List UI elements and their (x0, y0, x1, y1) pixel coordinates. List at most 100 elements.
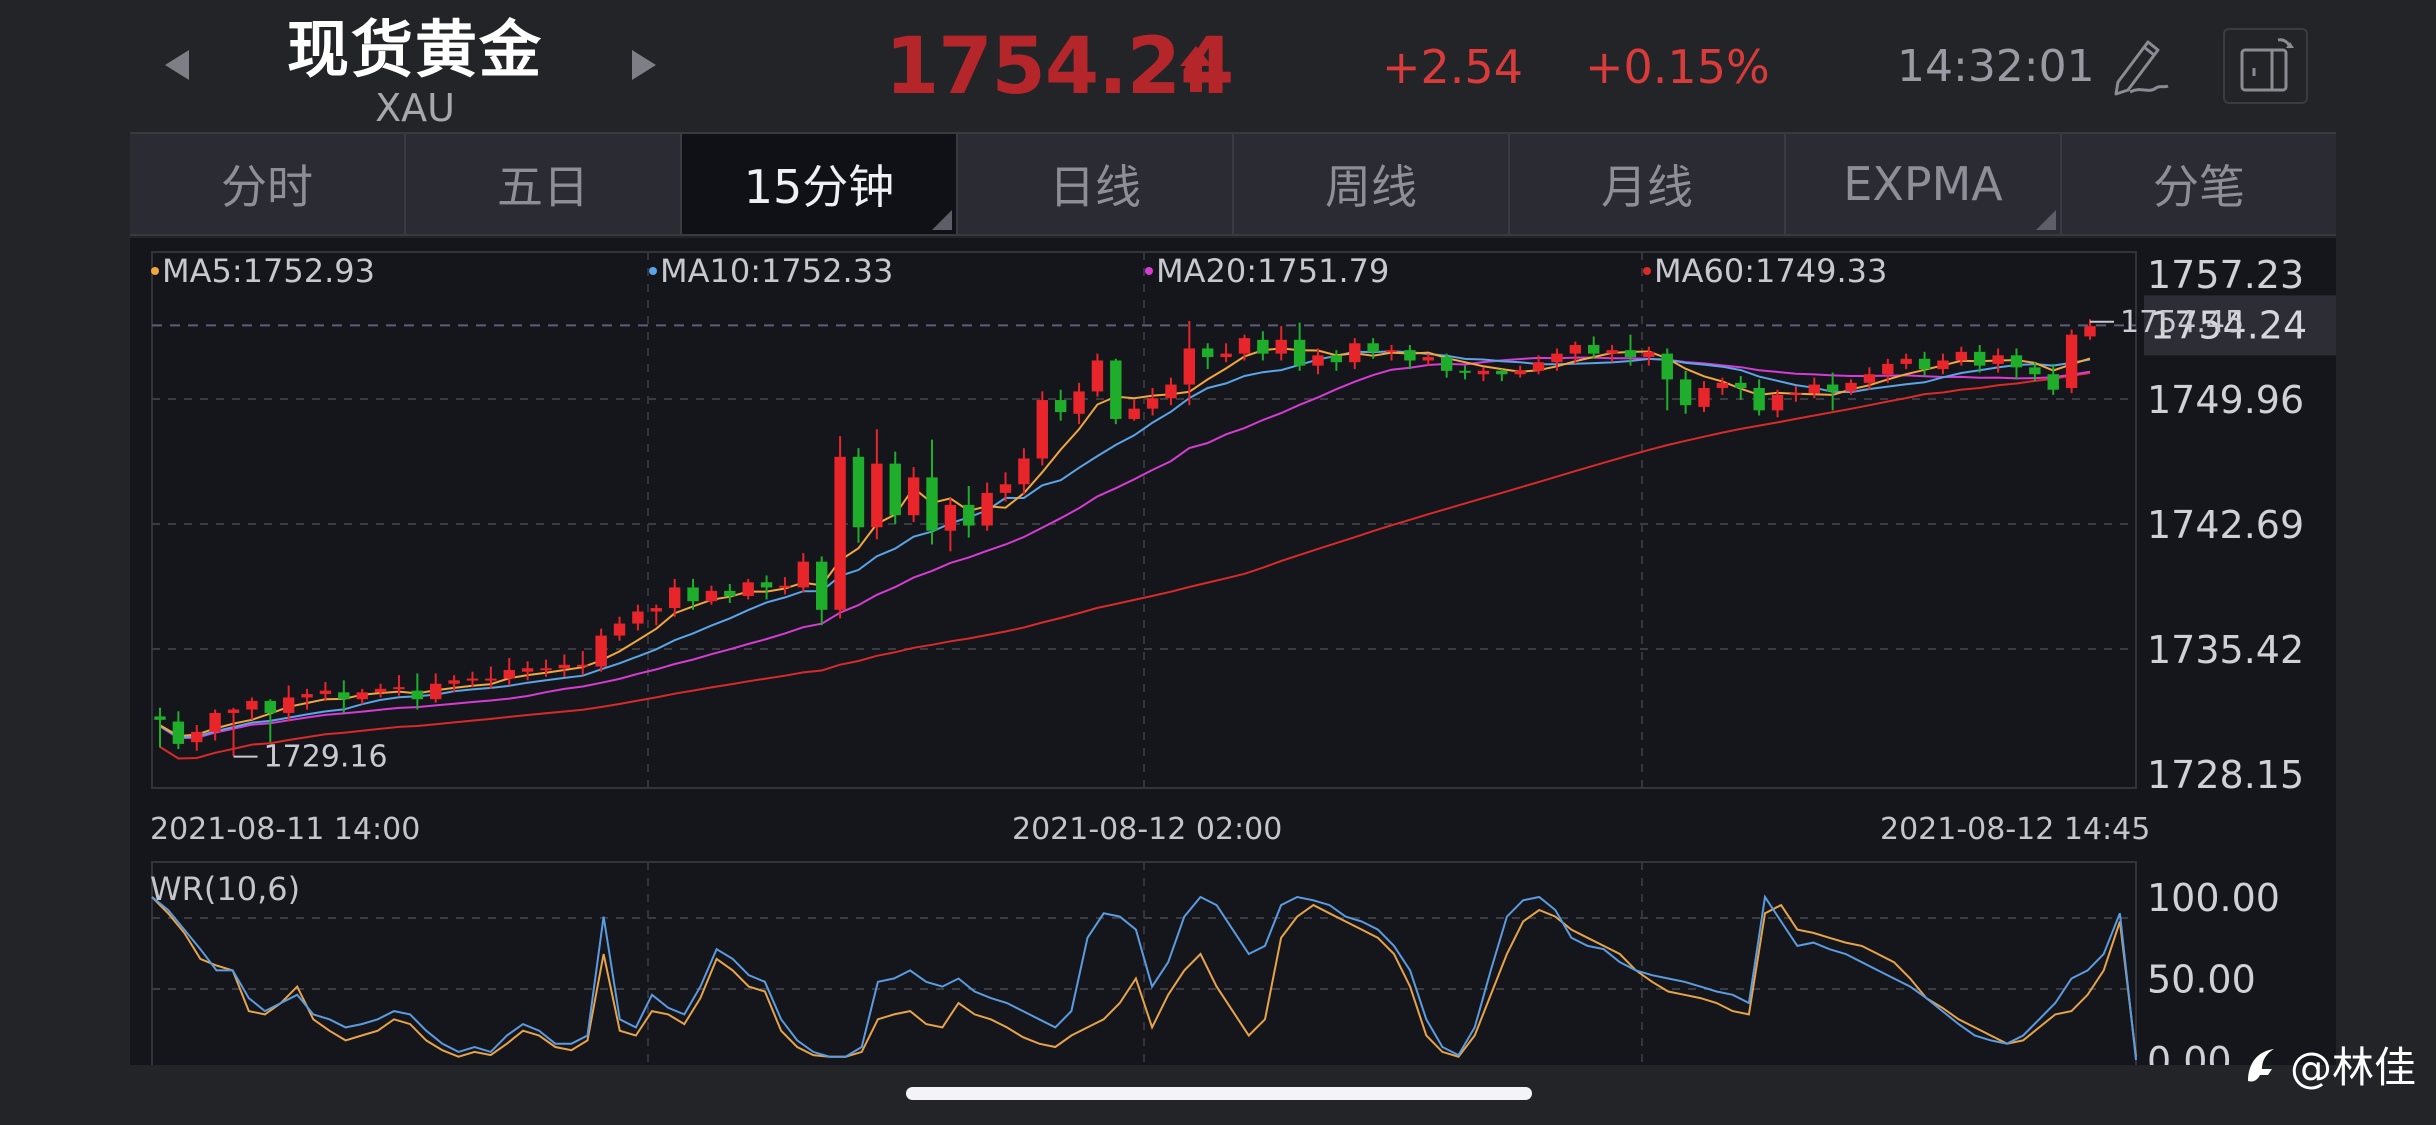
candle-body (944, 504, 957, 531)
candle-body (154, 716, 166, 720)
candle-body (797, 561, 810, 588)
candle-body (246, 700, 258, 710)
home-indicator[interactable] (906, 1087, 1532, 1100)
candle-body (852, 456, 865, 528)
candle-body (319, 690, 332, 695)
ma10-line (159, 350, 2091, 739)
candle-body (1808, 384, 1820, 394)
candle-body (1900, 358, 1912, 364)
x-tick-label: 2021-08-12 14:45 (1880, 812, 2150, 847)
candle-body (1238, 338, 1251, 354)
wr-y-tick-label: 100.00 (2147, 876, 2280, 920)
candle-body (1826, 384, 1839, 392)
candle-body (816, 561, 828, 610)
candle-body (1771, 394, 1784, 411)
candle-body (411, 690, 424, 700)
candle-body (907, 477, 920, 516)
instrument-title-block: 现货黄金 XAU (260, 13, 570, 131)
candle-body (1937, 360, 1949, 370)
y-tick-label: 1735.42 (2147, 628, 2304, 672)
candle-body (871, 463, 883, 528)
tab-expma[interactable]: EXPMA (1786, 134, 2062, 234)
candle-body (2084, 326, 2096, 337)
watermark-text: @林佳 (2290, 1043, 2417, 1092)
chart-labels: MA5:1752.93 MA10:1752.33 MA20:1751.79 MA60:… (150, 252, 2304, 1065)
tab-daily[interactable]: 日线 (958, 134, 1234, 234)
candle-body (338, 692, 350, 700)
candle-body (1679, 379, 1692, 406)
next-instrument-button[interactable] (618, 30, 668, 100)
price-change: +2.54 (1382, 40, 1523, 94)
candle-body (1551, 353, 1563, 363)
candle-body (595, 635, 607, 667)
brand-logo-icon (2248, 1048, 2274, 1082)
candle-body (1992, 355, 2004, 364)
legend-dot (151, 267, 159, 275)
candle-body (1073, 391, 1085, 414)
rotate-screen-icon (2240, 38, 2294, 92)
candle-body (1624, 350, 1637, 358)
tab-monthly[interactable]: 月线 (1510, 134, 1786, 234)
candle-body (632, 611, 644, 624)
candle-body (1220, 353, 1232, 358)
y-tick-label: 1728.15 (2147, 753, 2304, 797)
prev-instrument-button[interactable] (153, 30, 203, 100)
tab-label: 分笔 (2153, 160, 2245, 214)
candle-body (1661, 353, 1673, 380)
tab-wuri[interactable]: 五日 (406, 134, 682, 234)
arrow-up-icon (1180, 46, 1212, 92)
candle-body (301, 694, 313, 698)
instrument-name: 现货黄金 (286, 13, 543, 86)
candle-body (1312, 355, 1324, 366)
candle-body (2065, 334, 2078, 388)
candle-body (540, 668, 552, 671)
candle-body (1165, 384, 1177, 399)
triangle-right-icon (632, 50, 656, 80)
candle-body (577, 664, 589, 667)
legend-label: MA5:1752.93 (162, 252, 375, 290)
candle-body (1054, 400, 1067, 413)
legend-dot (1145, 267, 1153, 275)
chart-area[interactable]: 1754.24 1754.45 1729.16 MA5:1752.93 MA10:17… (130, 238, 2336, 1065)
wr-y-tick-label: 50.00 (2147, 958, 2256, 1002)
candle-body (356, 692, 368, 700)
candle-body (981, 492, 993, 526)
candle-body (1882, 363, 1894, 375)
tab-15min[interactable]: 15分钟 (682, 134, 958, 234)
kline-chart[interactable]: 1754.241754.451729.16 MA5:1752.93 MA10:17… (130, 238, 2336, 1065)
period-tabs: 分时 五日 15分钟 日线 周线 月线 EXPMA 分笔 (130, 132, 2336, 236)
tab-fenbi[interactable]: 分笔 (2062, 134, 2336, 234)
candle-body (963, 504, 975, 526)
candle-body (191, 731, 203, 743)
candle-body (1955, 351, 1968, 361)
legend-label: MA60:1749.33 (1654, 252, 1887, 290)
candle-body (448, 680, 460, 684)
candle-body (742, 582, 754, 597)
candle-body (1110, 360, 1122, 419)
candle-body (1202, 348, 1214, 358)
rotate-screen-button[interactable] (2223, 28, 2308, 104)
candle-body (2047, 374, 2059, 390)
tab-label: 分时 (221, 160, 313, 214)
y-tick-label: 1757.23 (2147, 253, 2304, 297)
candle-body (393, 687, 405, 690)
candle-body (1036, 400, 1048, 459)
x-tick-label: 2021-08-11 14:00 (150, 812, 420, 847)
tab-dropdown-corner-icon (2036, 210, 2056, 230)
candle-body (1128, 408, 1140, 419)
candle-body (1606, 350, 1618, 354)
candle-body (1275, 339, 1287, 354)
candle-body (466, 678, 479, 681)
candle-body (264, 700, 276, 713)
draw-pen-icon[interactable] (2108, 30, 2172, 100)
tab-label: EXPMA (1843, 157, 2003, 211)
candle-body (521, 668, 534, 672)
candle-body (650, 608, 662, 612)
candle-body (1404, 350, 1416, 361)
tab-weekly[interactable]: 周线 (1234, 134, 1510, 234)
tab-fenshi[interactable]: 分时 (130, 134, 406, 234)
candle-body (1569, 345, 1582, 354)
chart-annotations: 1754.241754.451729.16 (152, 295, 2336, 775)
candle-body (1496, 370, 1508, 375)
wr-y-tick-label: 0.00 (2147, 1039, 2232, 1065)
